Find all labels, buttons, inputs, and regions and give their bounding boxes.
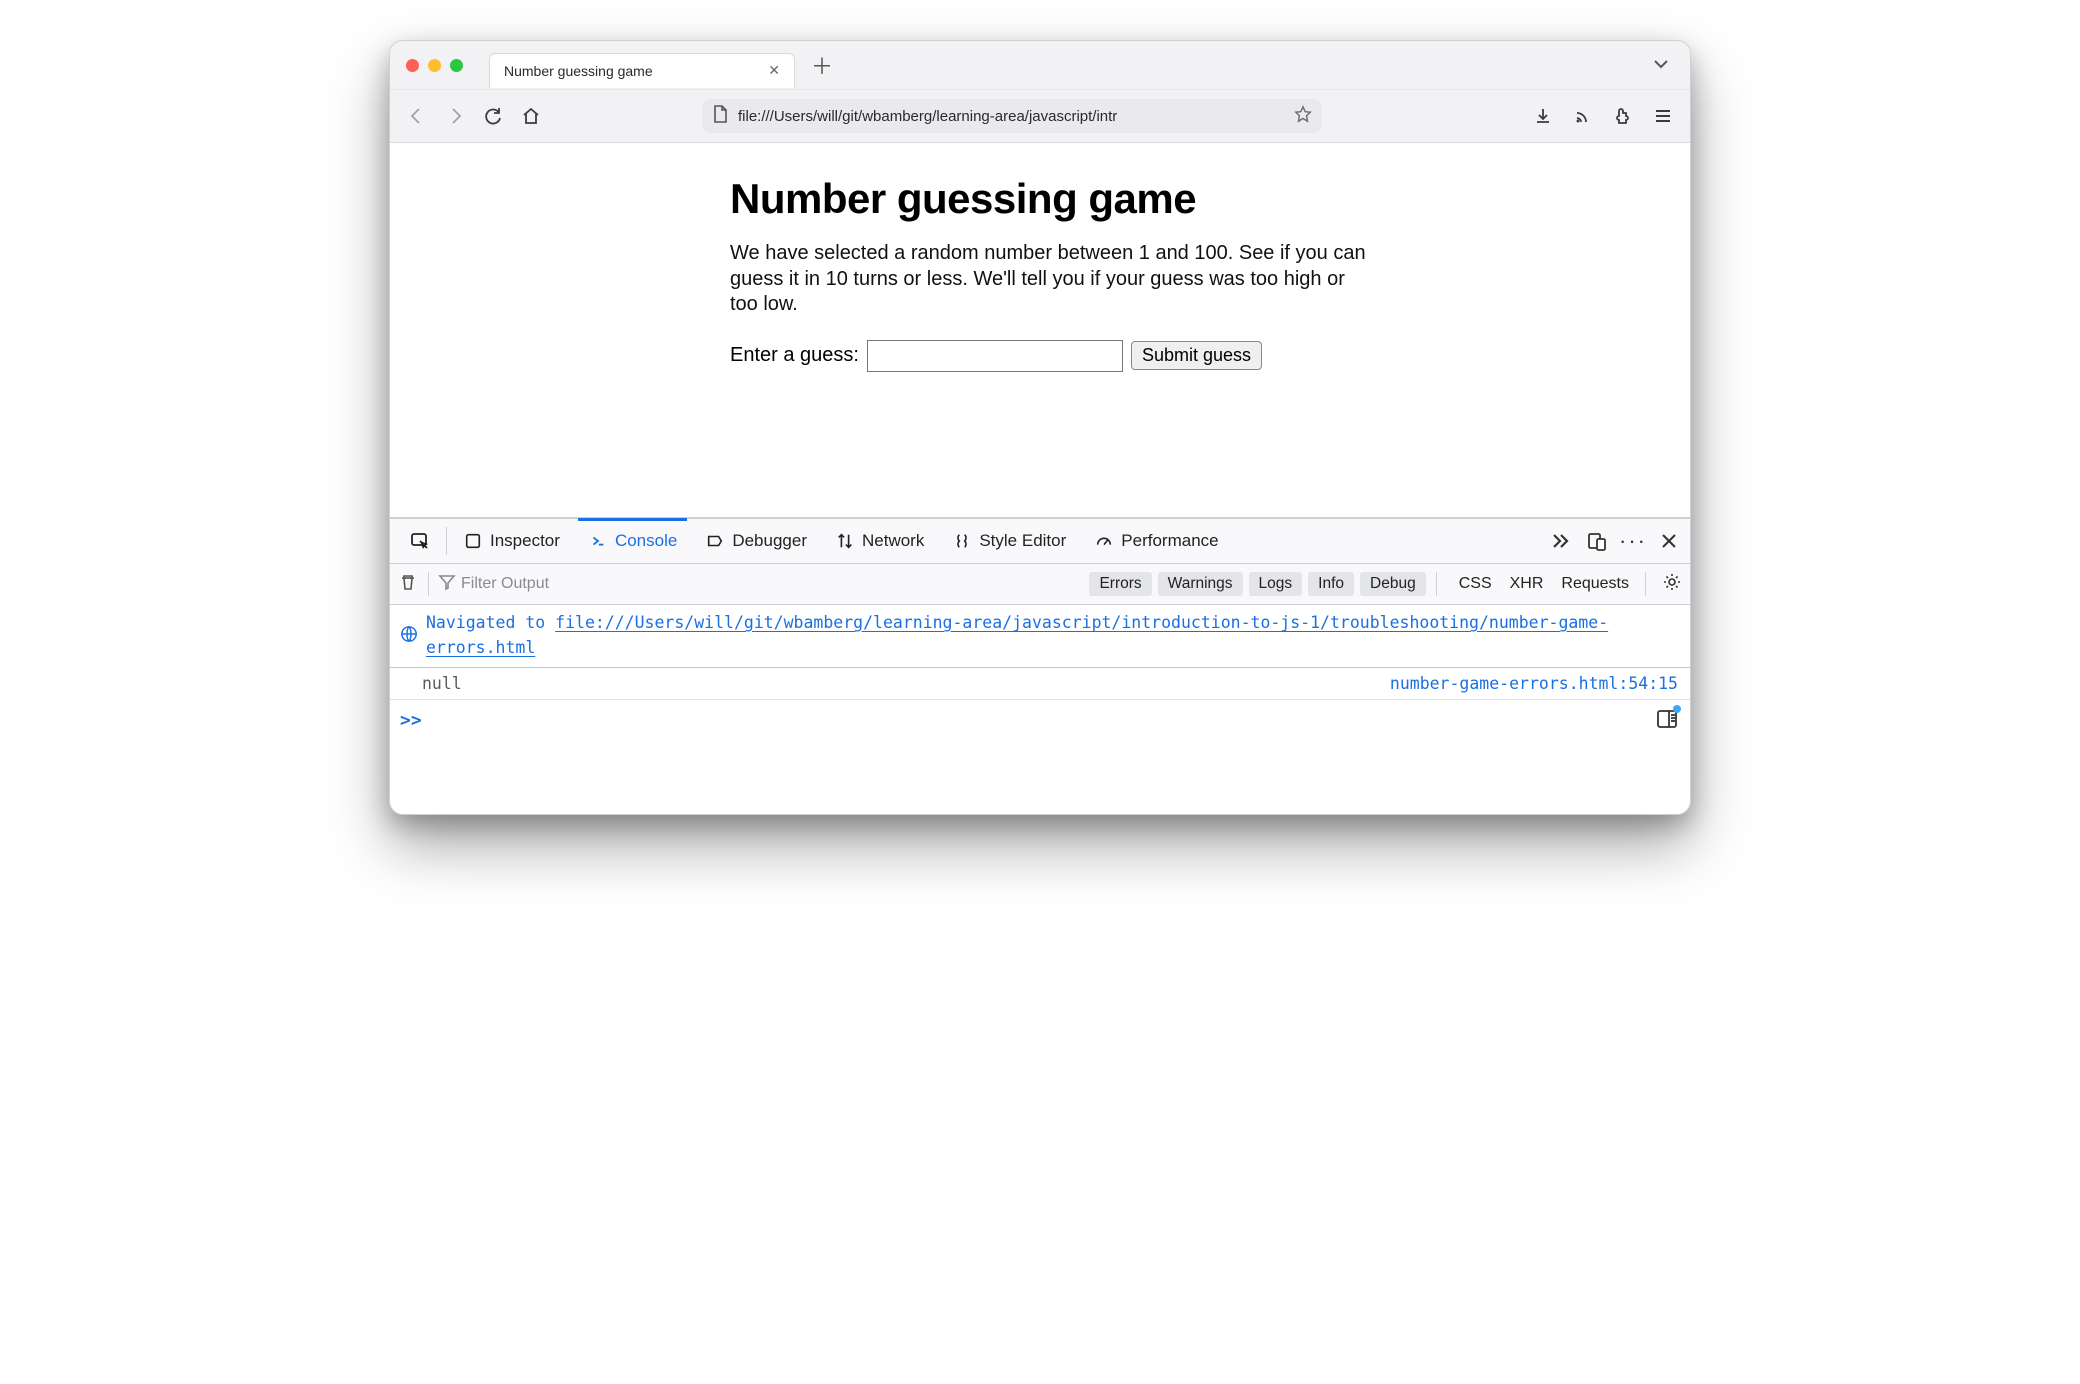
page-icon [712,105,728,127]
log-navigation-row: Navigated to file:///Users/will/git/wbam… [390,605,1690,668]
filter-placeholder: Filter Output [461,575,549,593]
editor-badge-icon [1673,705,1681,713]
log-navigation-text: Navigated to file:///Users/will/git/wbam… [426,611,1678,661]
guess-input[interactable] [867,340,1123,372]
tab-label: Inspector [490,531,560,551]
filter-errors[interactable]: Errors [1089,572,1151,596]
tab-performance[interactable]: Performance [1080,519,1232,563]
filter-info[interactable]: Info [1308,572,1354,596]
nav-url-link[interactable]: file:///Users/will/git/wbamberg/learning… [426,613,1608,657]
tab-label: Style Editor [979,531,1066,551]
clear-console-button[interactable] [398,572,418,596]
source-line: 54 [1628,674,1648,693]
tab-label: Console [615,531,677,551]
devtools-menu-button[interactable]: ··· [1622,528,1644,554]
more-tabs-button[interactable] [1550,534,1572,548]
network-icon [835,532,855,550]
guess-form: Enter a guess: Submit guess [730,340,1370,372]
filter-logs[interactable]: Logs [1249,572,1303,596]
back-button[interactable] [402,101,432,131]
toggle-editor-button[interactable] [1656,708,1678,734]
page-viewport: Number guessing game We have selected a … [390,143,1690,517]
filter-debug[interactable]: Debug [1360,572,1426,596]
forward-button[interactable] [440,101,470,131]
nav-toolbar: file:///Users/will/git/wbamberg/learning… [390,89,1690,143]
console-input-row[interactable]: >> [390,700,1690,814]
tab-title: Number guessing game [504,63,653,79]
performance-icon [1094,532,1114,550]
close-devtools-button[interactable] [1658,532,1680,550]
filter-output-input[interactable]: Filter Output [439,574,1083,595]
titlebar: Number guessing game ✕ ＋ [390,41,1690,89]
app-menu-button[interactable] [1648,101,1678,131]
console-log: Navigated to file:///Users/will/git/wbam… [390,605,1690,814]
tab-inspector[interactable]: Inspector [449,519,574,563]
filter-requests[interactable]: Requests [1561,575,1629,593]
source-col: 15 [1658,674,1678,693]
browser-tab[interactable]: Number guessing game ✕ [489,53,795,88]
console-settings-button[interactable] [1662,572,1682,596]
tab-debugger[interactable]: Debugger [691,519,821,563]
log-message-row: null number-game-errors.html:54:15 [390,668,1690,700]
browser-window: Number guessing game ✕ ＋ [389,40,1691,815]
url-text: file:///Users/will/git/wbamberg/learning… [738,108,1284,125]
tab-label: Network [862,531,924,551]
console-prompt-icon: >> [400,710,422,731]
responsive-mode-button[interactable] [1586,531,1608,551]
filter-xhr[interactable]: XHR [1510,575,1544,593]
source-file: number-game-errors.html [1390,674,1618,693]
close-window-button[interactable] [406,59,419,72]
category-filters: CSS XHR Requests [1459,575,1629,593]
tab-label: Debugger [732,531,807,551]
window-controls [406,59,463,72]
toolbar-right [1528,101,1678,131]
minimize-window-button[interactable] [428,59,441,72]
tab-label: Performance [1121,531,1218,551]
all-tabs-button[interactable] [1642,56,1680,74]
devtools-panel: Inspector Console Debugger [390,517,1690,814]
console-filterbar: Filter Output Errors Warnings Logs Info … [390,564,1690,605]
bookmark-star-button[interactable] [1294,105,1312,127]
home-button[interactable] [516,101,546,131]
downloads-button[interactable] [1528,101,1558,131]
filter-icon [439,574,455,595]
filter-css[interactable]: CSS [1459,575,1492,593]
log-level-buttons: Errors Warnings Logs Info Debug [1089,572,1425,596]
reload-button[interactable] [478,101,508,131]
globe-icon [400,625,418,647]
address-bar[interactable]: file:///Users/will/git/wbamberg/learning… [702,99,1322,133]
submit-guess-button[interactable]: Submit guess [1131,341,1262,370]
tab-console[interactable]: Console [574,519,691,563]
filter-warnings[interactable]: Warnings [1158,572,1243,596]
page-content: Number guessing game We have selected a … [730,175,1370,372]
pick-element-button[interactable] [396,519,444,563]
style-editor-icon [952,532,972,550]
guess-label: Enter a guess: [730,344,859,367]
devtools-tabbar: Inspector Console Debugger [390,519,1690,564]
rss-icon[interactable] [1568,101,1598,131]
page-description: We have selected a random number between… [730,241,1370,318]
tab-style-editor[interactable]: Style Editor [938,519,1080,563]
inspector-icon [463,532,483,550]
maximize-window-button[interactable] [450,59,463,72]
nav-prefix: Navigated to [426,613,555,632]
close-tab-button[interactable]: ✕ [764,60,784,81]
new-tab-button[interactable]: ＋ [805,49,839,81]
log-message-text: null [400,674,462,693]
console-icon [588,532,608,550]
pick-element-icon [410,531,430,551]
extensions-button[interactable] [1608,101,1638,131]
log-source-link[interactable]: number-game-errors.html:54:15 [1390,674,1678,693]
tab-network[interactable]: Network [821,519,938,563]
page-heading: Number guessing game [730,175,1370,223]
debugger-icon [705,532,725,550]
